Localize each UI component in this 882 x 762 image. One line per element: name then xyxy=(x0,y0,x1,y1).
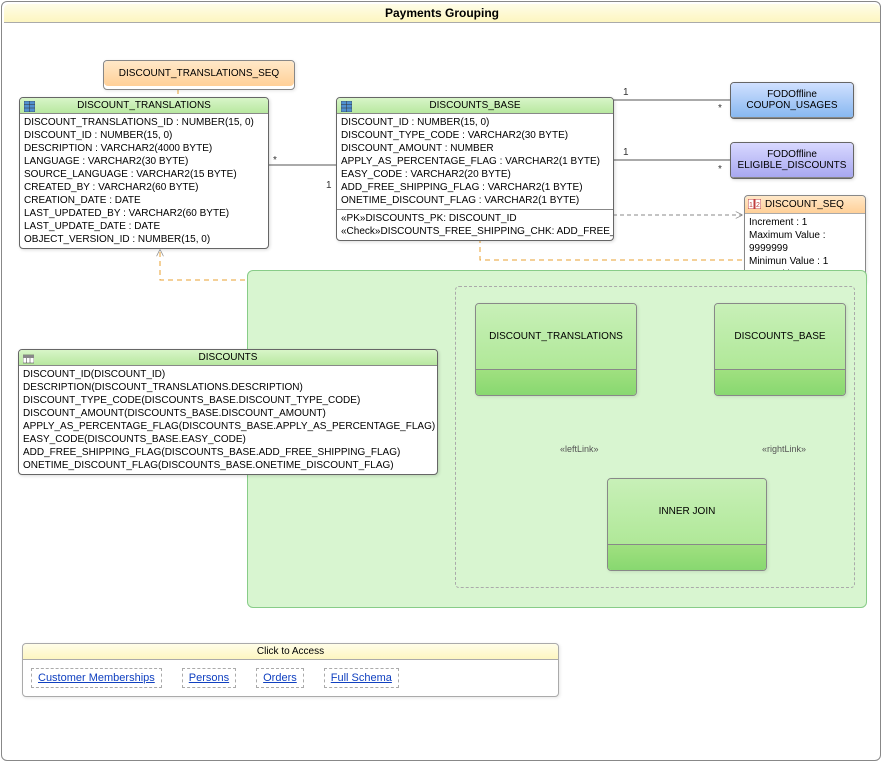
view-icon xyxy=(23,353,34,364)
click-to-access-panel: Click to Access Customer Memberships Per… xyxy=(22,643,559,697)
box-body xyxy=(715,370,845,395)
col: APPLY_AS_PERCENTAGE_FLAG : VARCHAR2(1 BY… xyxy=(341,155,609,168)
cardinality-many: * xyxy=(718,164,722,175)
col: ADD_FREE_SHIPPING_FLAG(DISCOUNTS_BASE.AD… xyxy=(23,446,433,459)
col: DISCOUNT_AMOUNT : NUMBER xyxy=(341,142,609,155)
col: EASY_CODE : VARCHAR2(20 BYTE) xyxy=(341,168,609,181)
table-header: DISCOUNTS_BASE xyxy=(337,98,613,114)
seq-title: DISCOUNT_SEQ xyxy=(765,199,844,210)
table-header: DISCOUNT_TRANSLATIONS xyxy=(20,98,268,114)
col: EASY_CODE(DISCOUNTS_BASE.EASY_CODE) xyxy=(23,433,433,446)
svg-text:1: 1 xyxy=(749,202,753,209)
discount-translations-seq[interactable]: DISCOUNT_TRANSLATIONS_SEQ xyxy=(103,60,295,90)
view-header: DISCOUNTS xyxy=(19,350,437,366)
constraint: «Check»DISCOUNTS_FREE_SHIPPING_CHK: ADD_… xyxy=(341,225,609,238)
coupon-usages-entity[interactable]: FODOffline COUPON_USAGES xyxy=(730,82,854,119)
prop: Maximum Value : 9999999 xyxy=(749,229,861,255)
box-title: INNER JOIN xyxy=(608,479,766,545)
table-icon xyxy=(24,101,35,112)
table-title: DISCOUNT_TRANSLATIONS xyxy=(77,100,211,111)
right-link-label: «rightLink» xyxy=(762,444,806,454)
box-body xyxy=(476,370,636,395)
join-right-entity[interactable]: DISCOUNTS_BASE xyxy=(714,303,846,396)
col: DESCRIPTION(DISCOUNT_TRANSLATIONS.DESCRI… xyxy=(23,381,433,394)
col: OBJECT_VERSION_ID : NUMBER(15, 0) xyxy=(24,233,264,246)
col: DISCOUNT_ID(DISCOUNT_ID) xyxy=(23,368,433,381)
schema-name: FODOffline xyxy=(735,149,849,160)
prop: Minimun Value : 1 xyxy=(749,255,861,268)
col: DESCRIPTION : VARCHAR2(4000 BYTE) xyxy=(24,142,264,155)
cardinality-many: * xyxy=(718,103,722,114)
link-customer-memberships[interactable]: Customer Memberships xyxy=(31,668,162,688)
view-title: DISCOUNTS xyxy=(199,352,258,363)
col: DISCOUNT_ID : NUMBER(15, 0) xyxy=(24,129,264,142)
svg-text:2: 2 xyxy=(756,202,760,209)
column-list: DISCOUNT_TRANSLATIONS_ID : NUMBER(15, 0)… xyxy=(20,114,268,248)
col: CREATED_BY : VARCHAR2(60 BYTE) xyxy=(24,181,264,194)
entity-header: FODOffline COUPON_USAGES xyxy=(731,83,853,118)
prop: Increment : 1 xyxy=(749,216,861,229)
table-icon xyxy=(341,101,352,112)
table-name: ELIGIBLE_DISCOUNTS xyxy=(735,160,849,171)
eligible-discounts-entity[interactable]: FODOffline ELIGIBLE_DISCOUNTS xyxy=(730,142,854,179)
sequence-icon: 12 xyxy=(748,199,761,209)
col: DISCOUNT_ID : NUMBER(15, 0) xyxy=(341,116,609,129)
col: APPLY_AS_PERCENTAGE_FLAG(DISCOUNTS_BASE.… xyxy=(23,420,433,433)
column-list: DISCOUNT_ID(DISCOUNT_ID) DESCRIPTION(DIS… xyxy=(19,366,437,474)
col: CREATION_DATE : DATE xyxy=(24,194,264,207)
cardinality-one: 1 xyxy=(623,147,629,158)
col: DISCOUNT_TYPE_CODE : VARCHAR2(30 BYTE) xyxy=(341,129,609,142)
cardinality-one: 1 xyxy=(623,87,629,98)
cardinality-many: * xyxy=(273,155,277,166)
inner-join-box[interactable]: INNER JOIN xyxy=(607,478,767,571)
col: LAST_UPDATE_DATE : DATE xyxy=(24,220,264,233)
link-persons[interactable]: Persons xyxy=(182,668,236,688)
entity-header: FODOffline ELIGIBLE_DISCOUNTS xyxy=(731,143,853,178)
cardinality-one: 1 xyxy=(326,180,332,191)
col: ADD_FREE_SHIPPING_FLAG : VARCHAR2(1 BYTE… xyxy=(341,181,609,194)
left-link-label: «leftLink» xyxy=(560,444,599,454)
discounts-view[interactable]: DISCOUNTS DISCOUNT_ID(DISCOUNT_ID) DESCR… xyxy=(18,349,438,475)
link-orders[interactable]: Orders xyxy=(256,668,304,688)
link-full-schema[interactable]: Full Schema xyxy=(324,668,399,688)
box-title: DISCOUNT_TRANSLATIONS xyxy=(476,304,636,370)
col: SOURCE_LANGUAGE : VARCHAR2(15 BYTE) xyxy=(24,168,264,181)
col: ONETIME_DISCOUNT_FLAG : VARCHAR2(1 BYTE) xyxy=(341,194,609,207)
join-left-entity[interactable]: DISCOUNT_TRANSLATIONS xyxy=(475,303,637,396)
discounts-base-table[interactable]: DISCOUNTS_BASE DISCOUNT_ID : NUMBER(15, … xyxy=(336,97,614,241)
diagram-canvas: Payments Grouping DISCOUNT_TRANSL xyxy=(0,0,882,762)
discount-translations-table[interactable]: DISCOUNT_TRANSLATIONS DISCOUNT_TRANSLATI… xyxy=(19,97,269,249)
col: LAST_UPDATED_BY : VARCHAR2(60 BYTE) xyxy=(24,207,264,220)
panel-body: Customer Memberships Persons Orders Full… xyxy=(23,660,558,696)
table-title: DISCOUNTS_BASE xyxy=(429,100,520,111)
col: DISCOUNT_TYPE_CODE(DISCOUNTS_BASE.DISCOU… xyxy=(23,394,433,407)
schema-name: FODOffline xyxy=(735,89,849,100)
box-body xyxy=(608,545,766,570)
col: ONETIME_DISCOUNT_FLAG(DISCOUNTS_BASE.ONE… xyxy=(23,459,433,472)
constraint: «PK»DISCOUNTS_PK: DISCOUNT_ID xyxy=(341,212,609,225)
seq-header: 12 DISCOUNT_SEQ xyxy=(745,196,865,214)
col: DISCOUNT_TRANSLATIONS_ID : NUMBER(15, 0) xyxy=(24,116,264,129)
box-title: DISCOUNTS_BASE xyxy=(715,304,845,370)
col: LANGUAGE : VARCHAR2(30 BYTE) xyxy=(24,155,264,168)
table-name: COUPON_USAGES xyxy=(735,100,849,111)
column-list: DISCOUNT_ID : NUMBER(15, 0) DISCOUNT_TYP… xyxy=(337,114,613,240)
col: DISCOUNT_AMOUNT(DISCOUNTS_BASE.DISCOUNT_… xyxy=(23,407,433,420)
seq-label: DISCOUNT_TRANSLATIONS_SEQ xyxy=(104,61,294,86)
panel-title: Click to Access xyxy=(23,644,558,660)
diagram-title: Payments Grouping xyxy=(4,4,880,23)
